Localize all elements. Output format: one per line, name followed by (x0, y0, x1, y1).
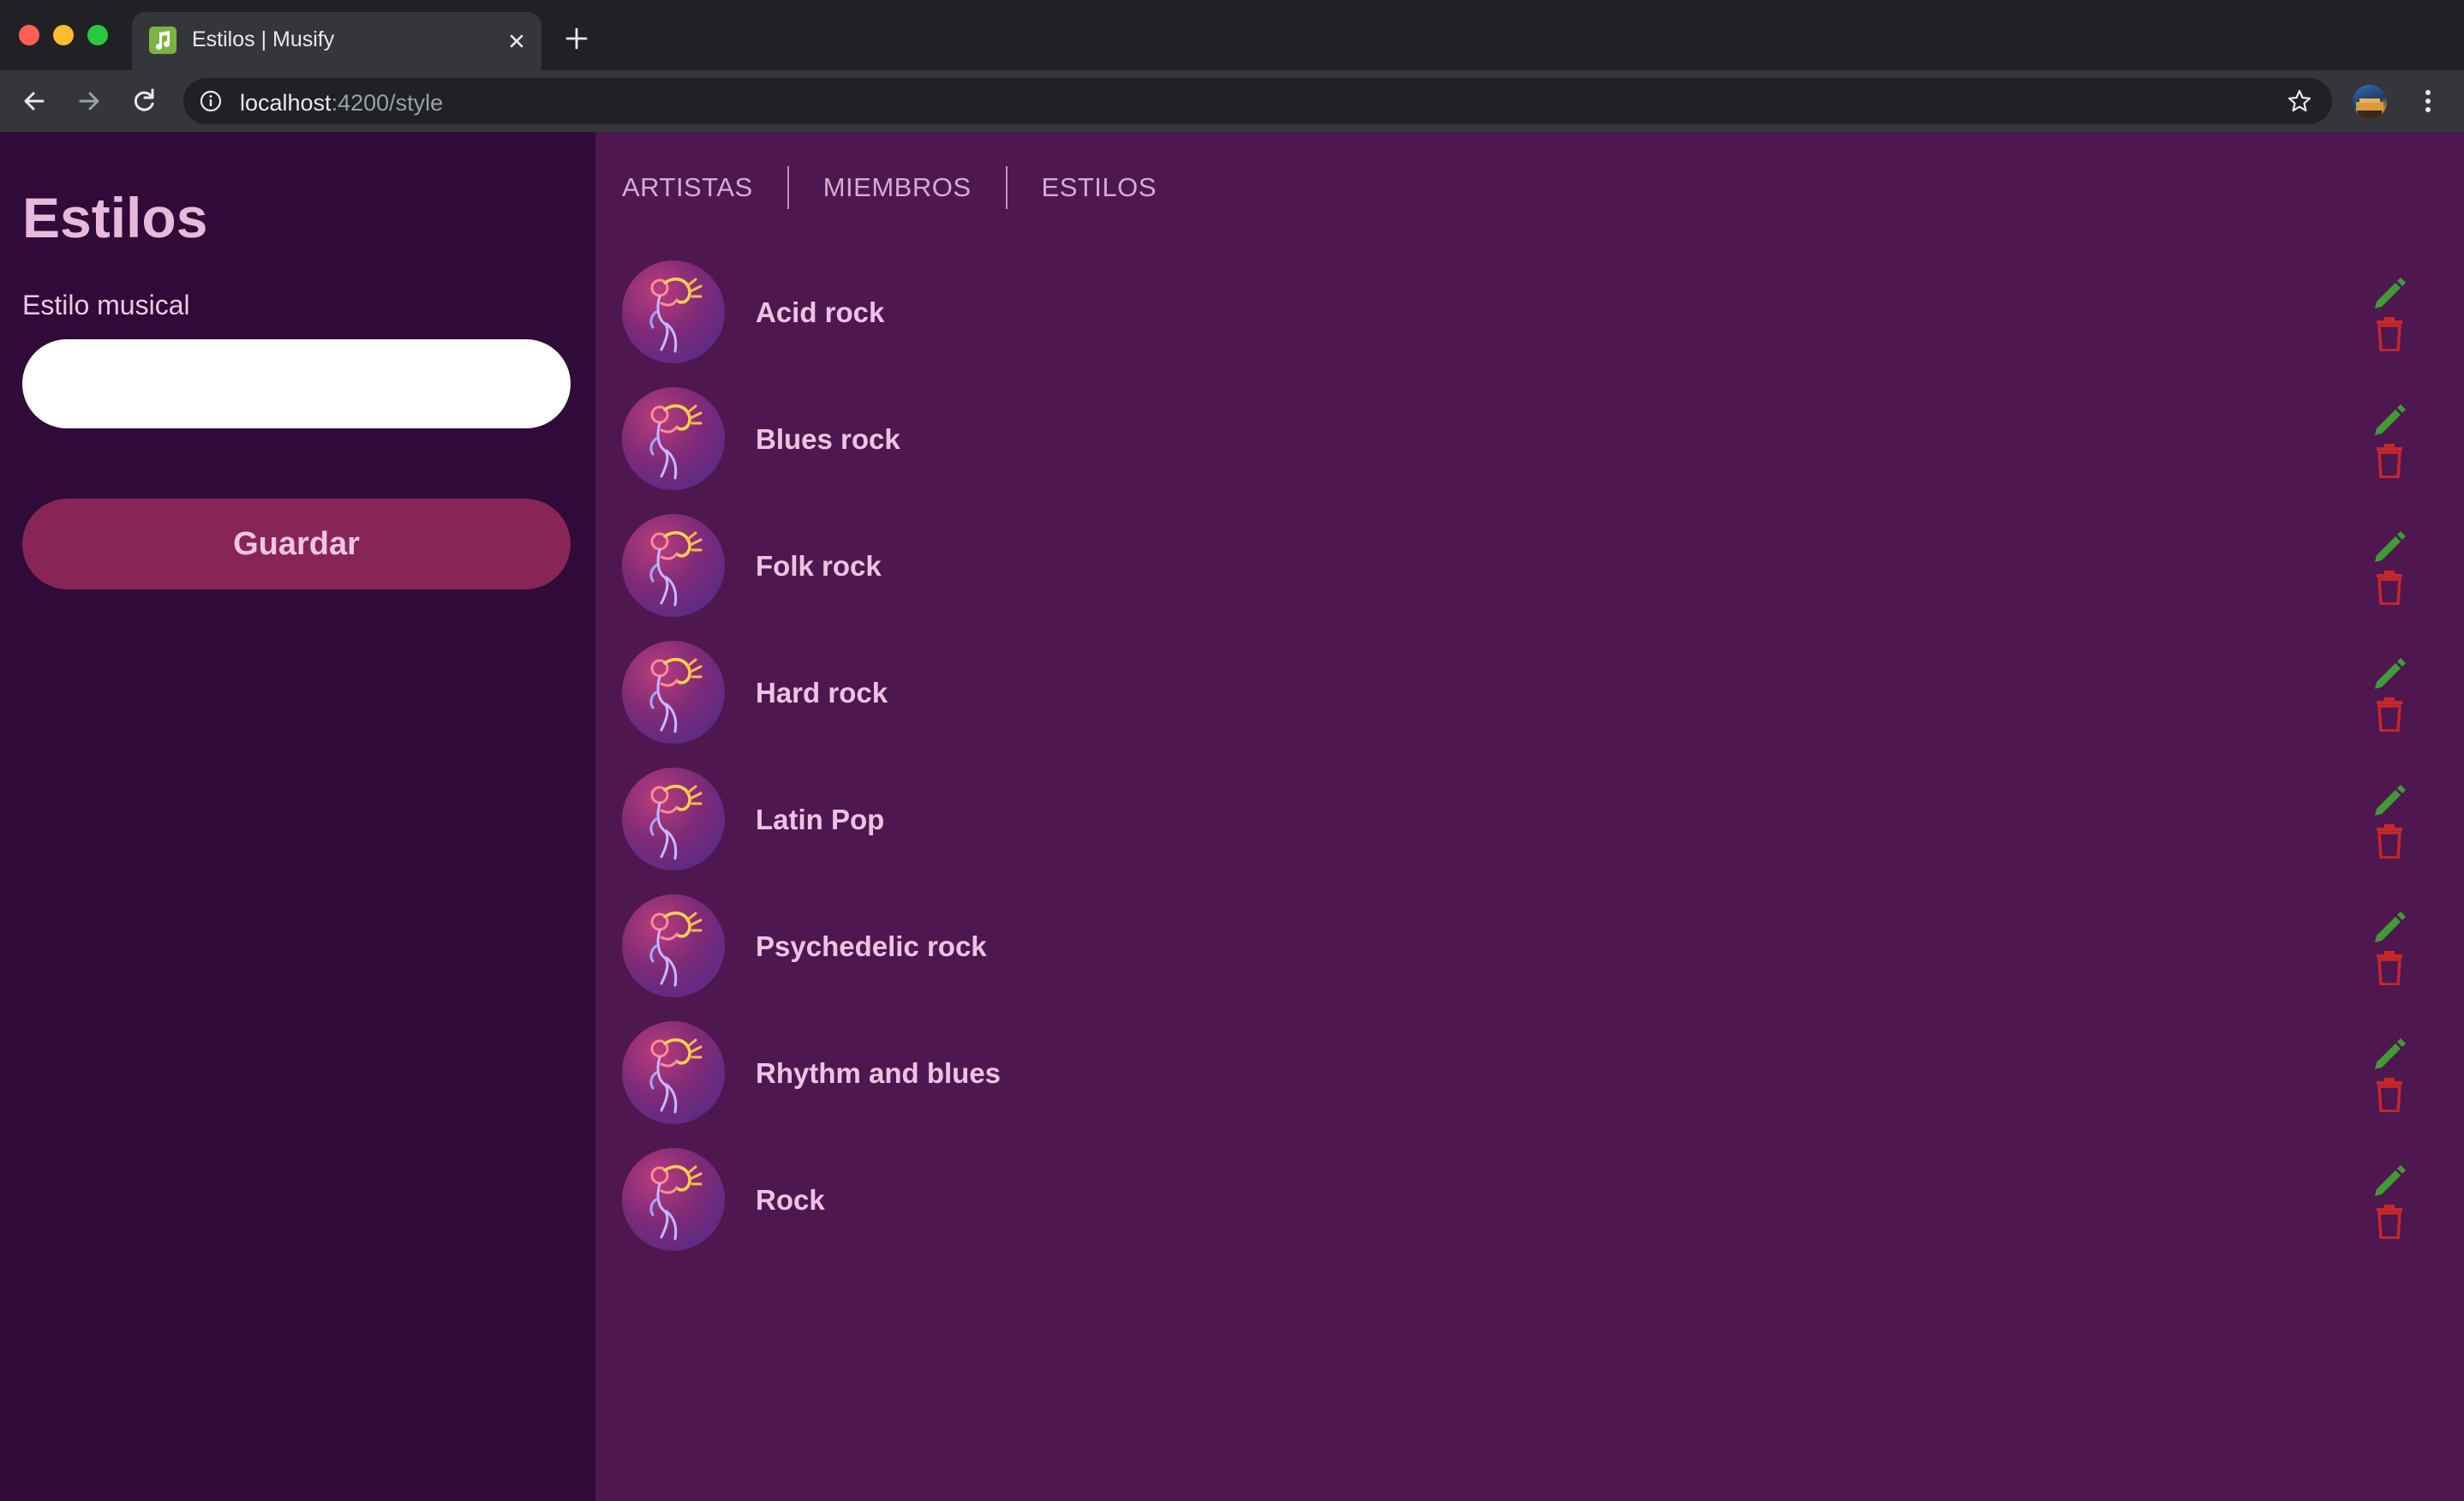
edit-pencil-icon[interactable] (2370, 529, 2407, 567)
style-list-item: Psychedelic rock (622, 894, 2435, 1021)
edit-pencil-icon[interactable] (2370, 403, 2407, 440)
browser-menu-icon[interactable] (2413, 86, 2443, 117)
delete-trash-icon[interactable] (2375, 444, 2404, 479)
info-icon[interactable] (199, 89, 223, 113)
window-minimize-button[interactable] (53, 25, 74, 45)
delete-trash-icon[interactable] (2375, 1078, 2404, 1113)
nav-link-artistas[interactable]: ARTISTAS (622, 172, 753, 203)
edit-pencil-icon[interactable] (2370, 276, 2407, 314)
app-viewport: Estilos Estilo musical Guardar ARTISTAS … (0, 132, 2464, 1501)
top-nav: ARTISTAS MIEMBROS ESTILOS (622, 164, 1157, 211)
delete-trash-icon[interactable] (2375, 317, 2404, 352)
forward-arrow-icon[interactable] (74, 86, 105, 117)
reload-icon[interactable] (129, 86, 159, 117)
style-name: Rhythm and blues (756, 1057, 1002, 1089)
nav-link-estilos[interactable]: ESTILOS (1042, 172, 1157, 203)
edit-pencil-icon[interactable] (2370, 910, 2407, 948)
new-tab-plus-icon[interactable] (564, 26, 589, 51)
style-list-item: Blues rock (622, 387, 2435, 514)
nav-divider (786, 166, 789, 209)
saxophone-player-icon (622, 894, 725, 997)
nav-divider (1005, 166, 1008, 209)
edit-pencil-icon[interactable] (2370, 1037, 2407, 1074)
style-list-item: Latin Pop (622, 768, 2435, 894)
tab-close-icon[interactable] (504, 28, 529, 54)
style-name: Acid rock (756, 296, 885, 328)
nav-link-miembros[interactable]: MIEMBROS (823, 172, 972, 203)
window-close-button[interactable] (19, 25, 39, 45)
browser-tab[interactable]: Estilos | Musify (132, 12, 541, 70)
style-list-item: Rock (622, 1148, 2435, 1275)
delete-trash-icon[interactable] (2375, 1205, 2404, 1240)
edit-pencil-icon[interactable] (2370, 783, 2407, 821)
address-bar[interactable]: localhost:4200/style (183, 78, 2332, 124)
url-path: :4200/style (331, 90, 444, 116)
bookmark-star-icon[interactable] (2286, 87, 2313, 115)
delete-trash-icon[interactable] (2375, 571, 2404, 606)
music-note-favicon-icon (149, 27, 176, 54)
saxophone-player-icon (622, 768, 725, 870)
style-name-input[interactable] (22, 339, 571, 428)
style-list-item: Folk rock (622, 514, 2435, 641)
page-title: Estilos (22, 186, 208, 249)
save-button[interactable]: Guardar (22, 499, 571, 589)
back-arrow-icon[interactable] (19, 86, 50, 117)
style-name: Blues rock (756, 423, 900, 455)
url-host: localhost (240, 90, 332, 116)
main-content: ARTISTAS MIEMBROS ESTILOS Acid rock Blue… (595, 132, 2464, 1501)
delete-trash-icon[interactable] (2375, 824, 2404, 859)
browser-toolbar: localhost:4200/style (0, 70, 2464, 132)
saxophone-player-icon (622, 1148, 725, 1251)
edit-pencil-icon[interactable] (2370, 1163, 2407, 1201)
saxophone-player-icon (622, 387, 725, 490)
url-text[interactable]: localhost:4200/style (240, 90, 443, 117)
window-zoom-button[interactable] (87, 25, 108, 45)
saxophone-player-icon (622, 641, 725, 744)
sidebar: Estilos Estilo musical Guardar (0, 132, 595, 1501)
style-name: Psychedelic rock (756, 930, 987, 962)
saxophone-player-icon (622, 260, 725, 363)
style-name: Hard rock (756, 677, 888, 709)
tab-title: Estilos | Musify (192, 27, 335, 51)
delete-trash-icon[interactable] (2375, 951, 2404, 986)
style-name: Folk rock (756, 550, 882, 582)
style-list: Acid rock Blues rock Folk rock Hard rock… (622, 260, 2435, 1275)
browser-tab-strip: Estilos | Musify (0, 0, 2464, 70)
profile-avatar[interactable] (2353, 85, 2387, 119)
saxophone-player-icon (622, 514, 725, 617)
style-list-item: Rhythm and blues (622, 1021, 2435, 1148)
edit-pencil-icon[interactable] (2370, 656, 2407, 694)
style-list-item: Acid rock (622, 260, 2435, 387)
delete-trash-icon[interactable] (2375, 697, 2404, 733)
saxophone-player-icon (622, 1021, 725, 1124)
style-field-label: Estilo musical (22, 290, 190, 320)
style-list-item: Hard rock (622, 641, 2435, 768)
style-name: Rock (756, 1184, 825, 1216)
style-name: Latin Pop (756, 804, 885, 835)
